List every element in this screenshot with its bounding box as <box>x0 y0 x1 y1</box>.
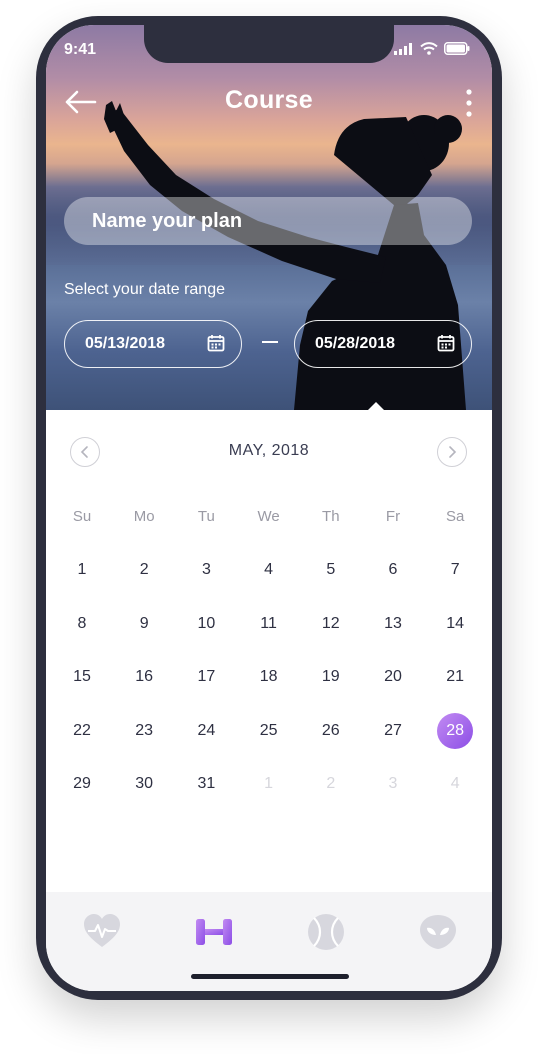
device-notch <box>144 25 394 63</box>
tennis-ball-icon[interactable] <box>306 912 346 952</box>
calendar-day[interactable]: 14 <box>435 606 475 642</box>
signal-icon <box>394 42 412 55</box>
weekday-label: Sa <box>446 508 465 525</box>
calendar-icon <box>207 335 225 352</box>
date-range-separator <box>262 341 278 343</box>
calendar-day[interactable]: 3 <box>186 552 226 588</box>
calendar-day[interactable]: 27 <box>373 713 413 749</box>
page-title: Course <box>225 86 313 114</box>
calendar-day[interactable]: 16 <box>124 659 164 695</box>
weekday-label: Th <box>322 508 340 525</box>
calendar-day[interactable]: 20 <box>373 659 413 695</box>
calendar-day[interactable]: 29 <box>62 766 102 802</box>
end-date-field[interactable]: 05/28/2018 <box>294 320 472 368</box>
calendar-day[interactable]: 15 <box>62 659 102 695</box>
calendar-day[interactable]: 12 <box>311 606 351 642</box>
weekday-label: Fr <box>385 508 401 525</box>
calendar-day[interactable]: 3 <box>373 766 413 802</box>
calendar-icon <box>437 335 455 352</box>
calendar-panel: MAY, 2018 Su Mo Tu We Th Fr Sa 1 2 3 4 5 6 7 8 9 10 11 12… <box>46 410 492 892</box>
calendar-day[interactable]: 4 <box>435 766 475 802</box>
calendar-day[interactable]: 21 <box>435 659 475 695</box>
calendar-day[interactable]: 19 <box>311 659 351 695</box>
calendar-day[interactable]: 9 <box>124 606 164 642</box>
calendar-day[interactable]: 11 <box>249 606 289 642</box>
date-field-pointer <box>368 402 384 410</box>
calendar-day[interactable]: 4 <box>249 552 289 588</box>
heart-pulse-icon[interactable] <box>82 912 122 952</box>
calendar-day[interactable]: 22 <box>62 713 102 749</box>
chevron-right-icon <box>449 446 457 458</box>
home-indicator <box>191 974 349 979</box>
weekday-label: Tu <box>197 508 215 525</box>
calendar-day[interactable]: 8 <box>62 606 102 642</box>
battery-icon <box>444 42 470 55</box>
more-options-icon[interactable] <box>462 88 476 118</box>
status-time: 9:41 <box>64 41 97 58</box>
calendar-day[interactable]: 17 <box>186 659 226 695</box>
month-title: MAY, 2018 <box>228 442 310 459</box>
calendar-day[interactable]: 5 <box>311 552 351 588</box>
calendar-day-selected[interactable]: 28 <box>437 712 474 749</box>
status-icons <box>394 42 470 55</box>
calendar-day[interactable]: 6 <box>373 552 413 588</box>
calendar-day[interactable]: 10 <box>186 606 226 642</box>
calendar-day[interactable]: 24 <box>186 713 226 749</box>
next-month-button[interactable] <box>437 437 467 467</box>
calendar-day[interactable]: 2 <box>124 552 164 588</box>
calendar-day[interactable]: 26 <box>311 713 351 749</box>
calendar-day[interactable]: 25 <box>249 713 289 749</box>
weekday-label: Mo <box>133 508 155 525</box>
alien-icon[interactable] <box>418 912 458 952</box>
date-range-label: Select your date range <box>64 281 225 298</box>
end-date-value: 05/28/2018 <box>315 335 396 352</box>
plan-name-input[interactable]: Name your plan <box>64 197 472 245</box>
weekday-label: Su <box>72 508 92 525</box>
calendar-day[interactable]: 7 <box>435 552 475 588</box>
start-date-value: 05/13/2018 <box>85 335 166 352</box>
calendar-day[interactable]: 31 <box>186 766 226 802</box>
calendar-day[interactable]: 30 <box>124 766 164 802</box>
calendar-day[interactable]: 13 <box>373 606 413 642</box>
dumbbell-icon[interactable] <box>194 912 234 952</box>
app-screen: Course Name your plan Select your date r… <box>46 25 492 991</box>
calendar-day[interactable]: 2 <box>311 766 351 802</box>
start-date-field[interactable]: 05/13/2018 <box>64 320 242 368</box>
calendar-day[interactable]: 1 <box>62 552 102 588</box>
wifi-icon <box>420 42 438 55</box>
calendar-day[interactable]: 23 <box>124 713 164 749</box>
calendar-day[interactable]: 1 <box>249 766 289 802</box>
calendar-day[interactable]: 18 <box>249 659 289 695</box>
weekday-label: We <box>257 508 280 525</box>
